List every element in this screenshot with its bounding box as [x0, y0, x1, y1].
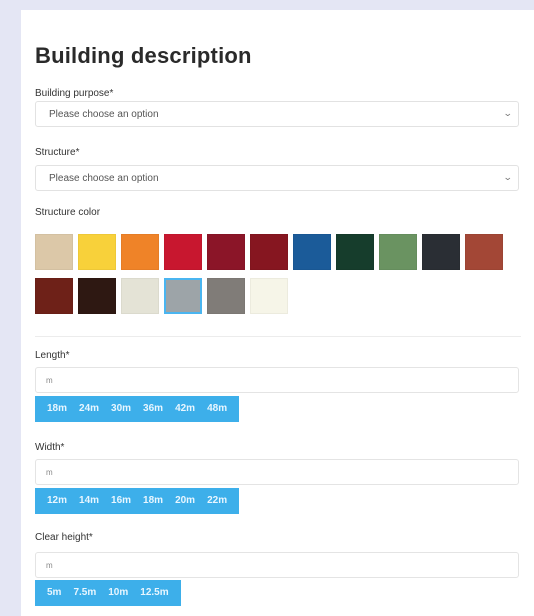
width-input[interactable]: m [35, 459, 519, 485]
color-swatch[interactable] [207, 234, 245, 270]
clear-height-quick-options: 5m 7.5m 10m 12.5m [35, 580, 181, 606]
building-purpose-select[interactable]: Please choose an option ⌄ [35, 101, 519, 127]
color-swatch[interactable] [35, 234, 73, 270]
color-swatch[interactable] [121, 278, 159, 314]
color-swatch[interactable] [250, 278, 288, 314]
length-option-button[interactable]: 36m [137, 396, 169, 422]
width-option-button[interactable]: 16m [105, 488, 137, 514]
structure-select[interactable]: Please choose an option ⌄ [35, 165, 519, 191]
building-description-card: Building description Building purpose* P… [21, 10, 534, 616]
chevron-down-icon: ⌄ [503, 172, 514, 182]
length-option-button[interactable]: 24m [73, 396, 105, 422]
color-swatch[interactable] [121, 234, 159, 270]
color-swatch[interactable] [422, 234, 460, 270]
length-option-button[interactable]: 48m [201, 396, 233, 422]
building-purpose-value: Please choose an option [49, 109, 159, 120]
clear-height-option-button[interactable]: 10m [102, 580, 134, 606]
length-option-button[interactable]: 30m [105, 396, 137, 422]
color-swatch[interactable] [293, 234, 331, 270]
structure-color-label: Structure color [35, 207, 101, 218]
color-swatch[interactable] [78, 278, 116, 314]
section-divider [35, 336, 521, 337]
structure-value: Please choose an option [49, 173, 159, 184]
color-swatch[interactable] [207, 278, 245, 314]
clear-height-option-button[interactable]: 7.5m [67, 580, 102, 606]
structure-label: Structure* [35, 147, 80, 158]
length-option-button[interactable]: 42m [169, 396, 201, 422]
color-swatch[interactable] [379, 234, 417, 270]
color-swatch[interactable] [164, 234, 202, 270]
width-option-button[interactable]: 22m [201, 488, 233, 514]
chevron-down-icon: ⌄ [503, 108, 514, 118]
color-swatch[interactable] [336, 234, 374, 270]
color-swatch[interactable] [465, 234, 503, 270]
clear-height-option-button[interactable]: 5m [41, 580, 67, 606]
length-unit-placeholder: m [46, 376, 53, 385]
width-option-button[interactable]: 20m [169, 488, 201, 514]
width-option-button[interactable]: 18m [137, 488, 169, 514]
length-quick-options: 18m 24m 30m 36m 42m 48m [35, 396, 240, 422]
width-option-button[interactable]: 14m [73, 488, 105, 514]
length-label: Length* [35, 350, 70, 361]
length-input[interactable]: m [35, 367, 519, 393]
width-option-button[interactable]: 12m [41, 488, 73, 514]
color-swatch[interactable] [164, 278, 202, 314]
color-swatch[interactable] [250, 234, 288, 270]
clear-height-label: Clear height* [35, 532, 93, 543]
form-title: Building description [35, 43, 252, 68]
width-unit-placeholder: m [46, 468, 53, 477]
width-quick-options: 12m 14m 16m 18m 20m 22m [35, 488, 240, 514]
clear-height-unit-placeholder: m [46, 561, 53, 570]
clear-height-option-button[interactable]: 12.5m [134, 580, 174, 606]
clear-height-input[interactable]: m [35, 552, 519, 578]
color-swatch[interactable] [78, 234, 116, 270]
length-option-button[interactable]: 18m [41, 396, 73, 422]
building-purpose-label: Building purpose* [35, 88, 114, 99]
color-swatch[interactable] [35, 278, 73, 314]
width-label: Width* [35, 442, 65, 453]
